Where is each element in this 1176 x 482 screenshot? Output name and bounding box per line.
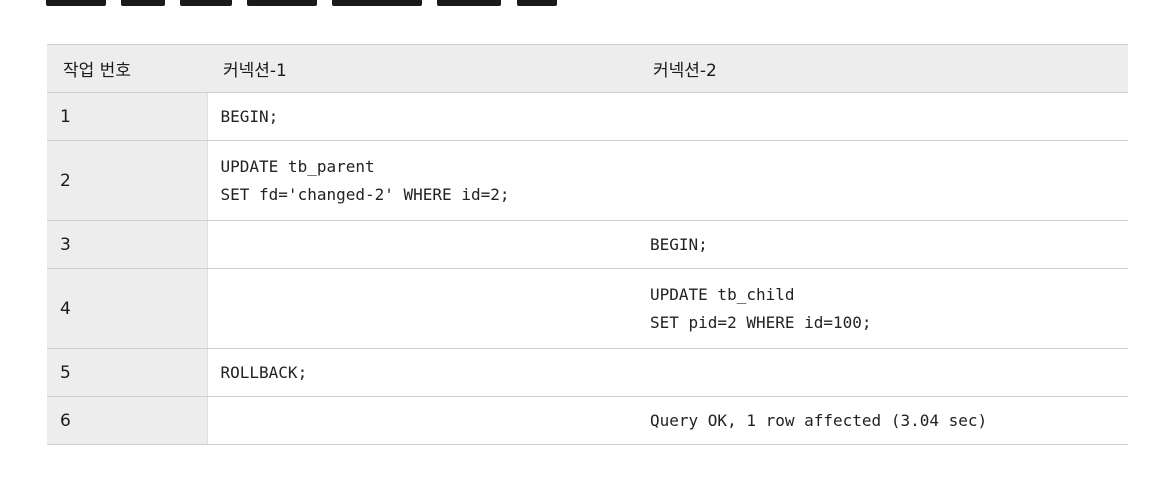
header-connection-2: 커넥션-2 xyxy=(637,44,1128,93)
connection-1-cell: BEGIN; xyxy=(207,92,637,141)
cropped-caption-fragment xyxy=(437,0,502,6)
sql-line: ROLLBACK; xyxy=(220,362,308,382)
header-step-number: 작업 번호 xyxy=(47,44,207,93)
connection-2-cell xyxy=(637,140,1128,221)
sql-line: BEGIN; xyxy=(650,234,708,254)
sql-line: Query OK, 1 row affected (3.04 sec) xyxy=(650,410,988,430)
cropped-caption-fragment xyxy=(180,0,233,6)
header-connection-1: 커넥션-1 xyxy=(207,44,637,93)
table-row: 3 BEGIN; xyxy=(47,220,1128,269)
step-number-cell: 4 xyxy=(47,268,208,349)
cropped-caption-fragment xyxy=(46,0,106,6)
cropped-caption-fragment xyxy=(247,0,318,6)
step-number-cell: 2 xyxy=(47,140,208,221)
connection-1-cell xyxy=(207,220,637,269)
cropped-caption-fragment xyxy=(121,0,166,6)
connection-1-cell xyxy=(207,268,637,349)
sql-line: UPDATE tb_child xyxy=(650,284,795,304)
connection-2-cell xyxy=(637,92,1128,141)
table-header-row: 작업 번호 커넥션-1 커넥션-2 xyxy=(47,44,1128,93)
connection-2-cell: Query OK, 1 row affected (3.04 sec) xyxy=(637,396,1128,445)
connection-1-cell: ROLLBACK; xyxy=(207,348,637,397)
sql-line: SET fd='changed-2' WHERE id=2; xyxy=(220,184,510,204)
connection-2-cell xyxy=(637,348,1128,397)
connection-2-cell: UPDATE tb_child SET pid=2 WHERE id=100; xyxy=(637,268,1128,349)
sql-line: SET pid=2 WHERE id=100; xyxy=(650,312,872,332)
cropped-caption xyxy=(46,0,646,6)
table-row: 6 Query OK, 1 row affected (3.04 sec) xyxy=(47,396,1128,445)
connection-1-cell xyxy=(207,396,637,445)
step-number-cell: 3 xyxy=(47,220,208,269)
step-number-cell: 5 xyxy=(47,348,208,397)
cropped-caption-fragment xyxy=(332,0,423,6)
step-number-cell: 6 xyxy=(47,396,208,445)
table-row: 2 UPDATE tb_parent SET fd='changed-2' WHE… xyxy=(47,140,1128,221)
transaction-sequence-table: 작업 번호 커넥션-1 커넥션-2 1 BEGIN; 2 UPDATE tb_p… xyxy=(47,44,1128,445)
table-row: 4 UPDATE tb_child SET pid=2 WHERE id=100; xyxy=(47,268,1128,349)
connection-1-cell: UPDATE tb_parent SET fd='changed-2' WHERE… xyxy=(207,140,637,221)
connection-2-cell: BEGIN; xyxy=(637,220,1128,269)
sql-line: BEGIN; xyxy=(220,106,279,126)
table-row: 1 BEGIN; xyxy=(47,92,1128,141)
step-number-cell: 1 xyxy=(47,92,208,141)
sql-line: UPDATE tb_parent xyxy=(220,156,375,176)
table-row: 5 ROLLBACK; xyxy=(47,348,1128,397)
cropped-caption-fragment xyxy=(516,0,557,6)
